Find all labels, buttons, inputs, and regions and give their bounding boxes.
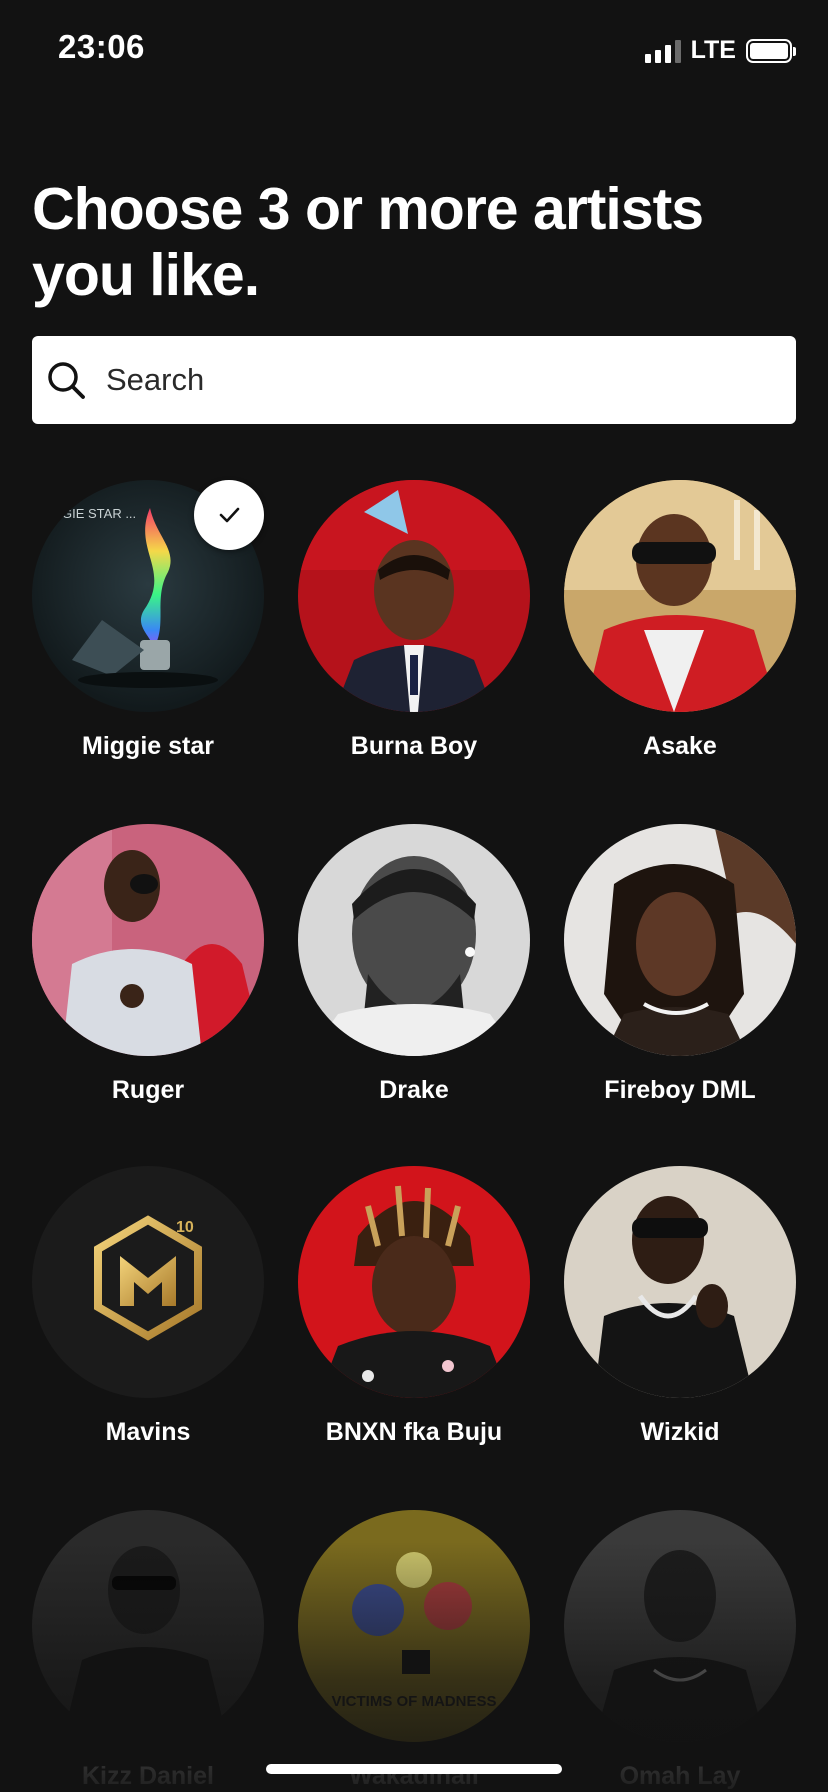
artist-tile-drake[interactable]: Drake: [298, 824, 530, 1105]
artist-avatar[interactable]: [564, 1510, 796, 1742]
artist-avatar[interactable]: [298, 824, 530, 1056]
artist-name: Omah Lay: [619, 1762, 741, 1790]
album-artwork-text: GIE STAR ...: [62, 506, 136, 521]
artist-tile-omah-lay[interactable]: Omah Lay: [564, 1510, 796, 1791]
artist-tile-burna-boy[interactable]: Burna Boy: [298, 480, 530, 761]
logo-badge-number: 10: [176, 1219, 194, 1236]
page-title: Choose 3 or more artists you like.: [32, 176, 704, 308]
artist-tile-ruger[interactable]: Ruger: [32, 824, 264, 1105]
artist-avatar[interactable]: [32, 1510, 264, 1742]
battery-icon: [746, 38, 796, 63]
album-artwork-text: VICTIMS OF MADNESS: [331, 1693, 496, 1710]
artist-avatar[interactable]: 10: [32, 1166, 264, 1398]
artist-tile-fireboy-dml[interactable]: Fireboy DML: [564, 824, 796, 1105]
artist-tile-bnxn-fka-buju[interactable]: BNXN fka Buju: [298, 1166, 530, 1447]
status-bar: 23:06 LTE: [0, 0, 828, 100]
artist-avatar[interactable]: [298, 480, 530, 712]
search-icon: [44, 358, 88, 402]
artist-tile-miggie-star[interactable]: GIE STAR ... Miggie star: [32, 480, 264, 761]
artist-avatar[interactable]: [298, 1166, 530, 1398]
home-indicator[interactable]: [266, 1764, 562, 1774]
status-time: 23:06: [58, 28, 145, 65]
status-indicators: LTE: [644, 36, 796, 65]
search-input[interactable]: [106, 362, 706, 398]
network-type-label: LTE: [690, 36, 736, 64]
onboarding-choose-artists-screen: 23:06 LTE Choose 3 or more artists you l…: [0, 0, 828, 1792]
artist-name: Mavins: [105, 1418, 191, 1446]
search-bar[interactable]: [32, 336, 796, 424]
artist-name: Drake: [379, 1076, 449, 1104]
artist-name: Ruger: [111, 1076, 185, 1104]
artist-name: BNXN fka Buju: [325, 1418, 503, 1446]
artist-tile-mavins[interactable]: 10 Mavins: [32, 1166, 264, 1447]
artist-name: Fireboy DML: [604, 1076, 756, 1104]
artist-tile-wizkid[interactable]: Wizkid: [564, 1166, 796, 1447]
artist-name: Wizkid: [640, 1418, 720, 1446]
artist-avatar[interactable]: [32, 824, 264, 1056]
cellular-signal-icon: [644, 39, 681, 63]
artist-name: Burna Boy: [350, 732, 478, 760]
artist-tile-asake[interactable]: Asake: [564, 480, 796, 761]
artist-avatar[interactable]: [564, 824, 796, 1056]
artist-name: Miggie star: [82, 732, 214, 760]
artist-tile-kizz-daniel[interactable]: Kizz Daniel: [32, 1510, 264, 1791]
artist-tile-wakadinali[interactable]: VICTIMS OF MADNESS Wakadinali: [298, 1510, 530, 1791]
artist-avatar[interactable]: [564, 1166, 796, 1398]
selected-check-icon: [194, 480, 264, 550]
artist-name: Asake: [643, 732, 717, 760]
artist-avatar[interactable]: [564, 480, 796, 712]
artist-name: Kizz Daniel: [82, 1762, 214, 1790]
artist-avatar[interactable]: VICTIMS OF MADNESS: [298, 1510, 530, 1742]
